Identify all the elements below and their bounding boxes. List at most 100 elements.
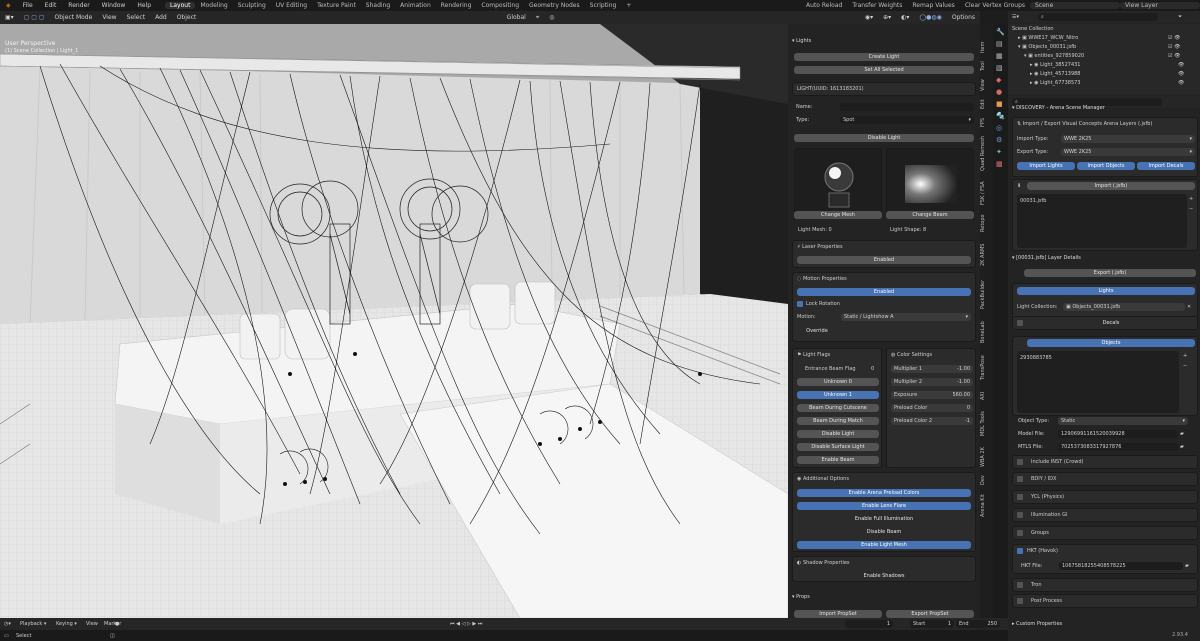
decals-checkbox[interactable] [1017, 320, 1023, 326]
menu-render[interactable]: Render [62, 2, 95, 9]
folder-icon[interactable]: ▰ [1180, 444, 1184, 450]
outliner-item[interactable]: ▾ ▣ Objects_00031.jsfb [1018, 44, 1076, 50]
visibility-checkbox-icon[interactable]: ☑ 👁 [1168, 53, 1180, 59]
decals-button[interactable]: Decals [1027, 319, 1195, 327]
enable-light-mesh-button[interactable]: Enable Light Mesh [797, 541, 971, 549]
timeline-editor-icon[interactable]: ◷▾ [4, 621, 11, 627]
bdiy-idx-checkbox[interactable] [1017, 476, 1023, 482]
scene-properties-icon[interactable]: ◆ [996, 76, 1001, 84]
proportional-edit-icon[interactable]: ◎ [544, 14, 559, 21]
change-beam-button[interactable]: Change Beam [886, 211, 974, 219]
ntab-transpose[interactable]: TransPose [980, 350, 993, 386]
set-all-selected-button[interactable]: Set All Selected [794, 66, 974, 74]
constraint-properties-icon[interactable]: ⚙ [996, 136, 1002, 144]
ntab-dev[interactable]: Dev [980, 472, 993, 488]
ntab-quad-remesh[interactable]: Quad Remesh [980, 132, 993, 176]
ntab-packbuilder[interactable]: PackBuilder [980, 274, 993, 314]
outliner-item[interactable]: ▸ ▣ WWE17_WCW_Nitro [1018, 35, 1078, 41]
menu-help[interactable]: Help [131, 2, 157, 9]
import-propset-button[interactable]: Import PropSet [794, 610, 882, 618]
editor-type-icon[interactable]: ▣▾ [0, 14, 19, 21]
ntab-mdl-tools[interactable]: MDL Tools [980, 406, 993, 442]
custom-properties-title[interactable]: ▸ Custom Properties [1012, 621, 1062, 627]
workspace-tab-texture-paint[interactable]: Texture Paint [312, 2, 361, 9]
ntab-retopo[interactable]: Retopo [980, 210, 993, 236]
add-workspace-icon[interactable]: + [621, 2, 636, 9]
flag-unknown-0-button[interactable]: Unknown 0 [797, 378, 879, 386]
ntab-fps[interactable]: FPS [980, 114, 993, 130]
entrance-beam-flag-value[interactable]: 0 [871, 366, 874, 372]
enable-lens-flare-button[interactable]: Enable Lens Flare [797, 502, 971, 510]
preload-color-2-field[interactable]: Preload Color 2 -1 [891, 417, 973, 425]
export-type-dropdown[interactable]: WWE 2K25 ▾ [1061, 148, 1195, 156]
light-collection-field[interactable]: ▣ Objects_00031.jsfb [1063, 303, 1185, 311]
playback-controls-icon[interactable]: ⏮ ◀ ◁ ▷ ▶ ⏭ [450, 621, 482, 627]
lights-panel-title[interactable]: ▾ Lights [792, 38, 811, 44]
blender-logo-icon[interactable]: ◈ [0, 2, 17, 9]
options-dropdown[interactable]: Options [947, 14, 980, 21]
ntab-2k-arms[interactable]: 2K ARMS [980, 238, 993, 272]
export-jsfb-button[interactable]: Export (.jsfb) [1024, 269, 1196, 277]
start-frame-field[interactable]: Start 1 [910, 620, 954, 628]
outliner-item[interactable]: ▸ ◉ Light_45713988 [1030, 71, 1081, 77]
view-menu[interactable]: View [97, 14, 121, 21]
workspace-tab-animation[interactable]: Animation [395, 2, 436, 9]
outliner-scene-collection[interactable]: Scene Collection [1012, 26, 1054, 32]
playback-menu[interactable]: Playback ▾ [20, 621, 46, 627]
gizmo-icon[interactable]: ⊕▾ [878, 14, 896, 21]
disable-light-button[interactable]: Disable Light [794, 134, 974, 142]
import-objects-button[interactable]: Import Objects [1077, 162, 1135, 170]
overlay-icon[interactable]: ◐▾ [896, 14, 914, 21]
ntab-fsk-fsa[interactable]: FSK / FSA [980, 178, 993, 208]
eye-icon[interactable]: 👁 [1178, 80, 1184, 86]
tool-properties-icon[interactable]: 🔧 [996, 28, 1005, 36]
add-file-icon[interactable]: + [1189, 196, 1193, 202]
override-button[interactable]: Override [797, 327, 837, 335]
create-light-button[interactable]: Create Light [794, 53, 974, 61]
workspace-tab-modeling[interactable]: Modeling [195, 2, 232, 9]
world-properties-icon[interactable]: ● [996, 88, 1002, 96]
outliner-item[interactable]: ▾ ▣ entities_927859020 [1024, 53, 1084, 59]
enable-arena-preload-colors-button[interactable]: Enable Arena Preload Colors [797, 489, 971, 497]
workspace-tab-rendering[interactable]: Rendering [436, 2, 477, 9]
import-type-dropdown[interactable]: WWE 2K25 ▾ [1061, 135, 1195, 143]
ntab-bonelab[interactable]: BoneLab [980, 316, 993, 348]
enable-full-illumination-button[interactable]: Enable Full Illumination [797, 515, 971, 523]
multiplier-2-field[interactable]: Multiplier 2 -1.00 [891, 378, 973, 386]
illumination-gi-checkbox[interactable] [1017, 512, 1023, 518]
eye-icon[interactable]: 👁 [1178, 62, 1184, 68]
select-tool-icon[interactable]: ▢ ▢ ▢ [19, 14, 50, 21]
mtls-file-field[interactable]: 7025373083317927876 [1058, 443, 1178, 451]
export-propset-button[interactable]: Export PropSet [886, 610, 974, 618]
object-mode-dropdown[interactable]: Object Mode [50, 14, 98, 21]
import-jsfb-button[interactable]: Import (.jsfb) [1027, 182, 1195, 190]
remove-file-icon[interactable]: − [1189, 206, 1193, 212]
flag-disable-surface-light-button[interactable]: Disable Surface Light [797, 443, 879, 451]
workspace-tab-compositing[interactable]: Compositing [476, 2, 524, 9]
outliner-filter-icon[interactable]: ⏷ [1178, 14, 1182, 20]
auto-reload-button[interactable]: Auto Reload [801, 2, 847, 9]
transform-orientation-dropdown[interactable]: Global [502, 14, 531, 21]
model-file-field[interactable]: 12906991161520039928 [1058, 430, 1178, 438]
workspace-tab-shading[interactable]: Shading [361, 2, 395, 9]
flag-beam-during-cutscene-button[interactable]: Beam During Cutscene [797, 404, 879, 412]
eye-icon[interactable]: 👁 [1178, 71, 1184, 77]
clear-collection-icon[interactable]: ✕ [1187, 304, 1191, 310]
visibility-icon[interactable]: ◉▾ [860, 14, 878, 21]
addon-panel-title[interactable]: ▾ DISCOVERY - Arena Scene Manager [1012, 105, 1105, 111]
visibility-checkbox-icon[interactable]: ☑ 👁 [1168, 44, 1180, 50]
3d-viewport[interactable]: User Perspective (1) Scene Collection | … [0, 24, 788, 618]
view-menu-timeline[interactable]: View [86, 621, 98, 627]
layer-details-title[interactable]: ▾ [00031.jsfb] Layer Details [1012, 255, 1081, 261]
modifier-properties-icon[interactable]: 🔩 [996, 112, 1005, 120]
remove-object-icon[interactable]: − [1183, 363, 1187, 369]
object-type-dropdown[interactable]: Static ▾ [1058, 417, 1188, 425]
output-properties-icon[interactable]: ▦ [996, 52, 1003, 60]
workspace-tab-uv-editing[interactable]: UV Editing [271, 2, 312, 9]
render-properties-icon[interactable]: ▤ [996, 40, 1003, 48]
remap-values-button[interactable]: Remap Values [907, 2, 959, 9]
preload-color-field[interactable]: Preload Color 0 [891, 404, 973, 412]
ycl-physics-checkbox[interactable] [1017, 494, 1023, 500]
menu-window[interactable]: Window [96, 2, 132, 9]
ntab-item[interactable]: Item [980, 38, 993, 56]
